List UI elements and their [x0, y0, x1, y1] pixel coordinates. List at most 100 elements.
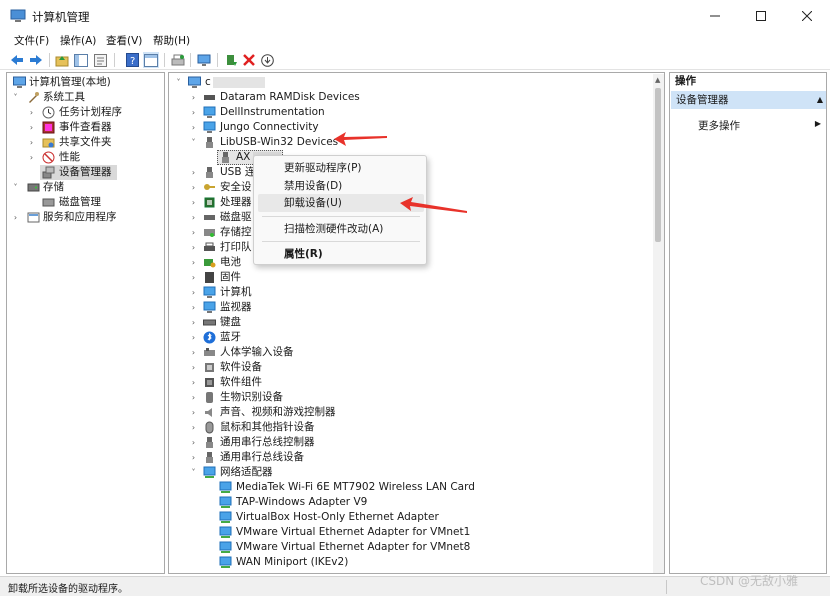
show-hide-tree-button[interactable] [73, 52, 89, 68]
expand-icon[interactable]: › [189, 210, 198, 225]
tree-item-task-scheduler[interactable]: › 任务计划程序 [7, 105, 164, 120]
properties-toolbar-button[interactable] [92, 52, 108, 68]
expand-icon[interactable]: › [189, 375, 198, 390]
tree-item-disk-management[interactable]: 磁盘管理 [7, 195, 164, 210]
device-tree-item[interactable]: › 声音、视频和游戏控制器 [169, 405, 649, 420]
help-button[interactable]: ? [124, 52, 140, 68]
menu-view[interactable]: 查看(V) [106, 33, 142, 48]
forward-button[interactable] [28, 52, 44, 68]
device-tree-item[interactable]: VMware Virtual Ethernet Adapter for VMne… [169, 540, 649, 555]
expand-icon[interactable]: › [189, 90, 198, 105]
up-level-button[interactable] [54, 52, 70, 68]
expand-icon[interactable]: › [189, 195, 198, 210]
scan-button[interactable] [170, 52, 186, 68]
menu-file[interactable]: 文件(F) [14, 33, 49, 48]
tree-item-system-tools[interactable]: ˅ 系统工具 [7, 90, 164, 105]
device-tree-item[interactable]: ˅ 网络适配器 [169, 465, 649, 480]
close-button[interactable] [784, 0, 830, 32]
expand-icon[interactable]: › [189, 165, 198, 180]
tree-item-computer-management[interactable]: 计算机管理(本地) [7, 75, 164, 90]
device-tree-item[interactable]: › 键盘 [169, 315, 649, 330]
expand-icon[interactable]: › [189, 360, 198, 375]
tree-item-services-applications[interactable]: › 服务和应用程序 [7, 210, 164, 225]
menu-help[interactable]: 帮助(H) [153, 33, 190, 48]
expand-icon[interactable]: › [189, 180, 198, 195]
collapse-icon[interactable]: ˅ [174, 75, 183, 90]
device-tree-item[interactable]: › 软件组件 [169, 375, 649, 390]
device-tree-item[interactable]: › 监视器 [169, 300, 649, 315]
collapse-icon[interactable]: ˅ [189, 135, 198, 150]
tree-item-performance[interactable]: › 性能 [7, 150, 164, 165]
tree-item-storage[interactable]: ˅ 存储 [7, 180, 164, 195]
expand-icon[interactable]: › [189, 255, 198, 270]
expand-icon[interactable]: › [189, 420, 198, 435]
device-root[interactable]: ˅ c [169, 75, 649, 90]
expand-icon[interactable]: › [189, 240, 198, 255]
expand-icon[interactable]: › [27, 105, 36, 120]
actions-more[interactable]: 更多操作 ▶ [698, 118, 826, 133]
menu-scan-hardware[interactable]: 扫描检测硬件改动(A) [258, 220, 424, 238]
collapse-up-icon[interactable]: ▲ [817, 91, 823, 109]
device-tree-item[interactable]: › 软件设备 [169, 360, 649, 375]
console-tree-icon [74, 53, 88, 67]
expand-icon[interactable]: › [189, 285, 198, 300]
enable-device-button[interactable] [223, 52, 239, 68]
expand-icon[interactable]: › [189, 270, 198, 285]
device-tree-item[interactable]: › 生物识别设备 [169, 390, 649, 405]
back-button[interactable] [9, 52, 25, 68]
expand-icon[interactable]: › [189, 450, 198, 465]
device-tree-item[interactable]: › 蓝牙 [169, 330, 649, 345]
tree-item-event-viewer[interactable]: › 事件查看器 [7, 120, 164, 135]
menu-disable-device[interactable]: 禁用设备(D) [258, 177, 424, 195]
uninstall-device-button[interactable] [241, 52, 257, 68]
collapse-icon[interactable]: ˅ [189, 465, 198, 480]
device-tree-item[interactable]: › 通用串行总线控制器 [169, 435, 649, 450]
expand-icon[interactable]: › [189, 105, 198, 120]
expand-icon[interactable]: › [27, 135, 36, 150]
collapse-icon[interactable]: ˅ [11, 90, 20, 105]
computer-icon [188, 76, 201, 88]
expand-icon[interactable]: › [27, 150, 36, 165]
device-tree-item[interactable]: › 固件 [169, 270, 649, 285]
device-tree-item[interactable]: VirtualBox Host-Only Ethernet Adapter [169, 510, 649, 525]
expand-icon[interactable]: › [189, 300, 198, 315]
expand-icon[interactable]: › [189, 315, 198, 330]
tree-item-device-manager[interactable]: 设备管理器 [40, 165, 117, 180]
device-tree-item[interactable]: › Dataram RAMDisk Devices [169, 90, 649, 105]
menu-update-driver[interactable]: 更新驱动程序(P) [258, 159, 424, 177]
device-tree-item[interactable]: WAN Miniport (IKEv2) [169, 555, 649, 570]
device-tree-item[interactable]: › 通用串行总线设备 [169, 450, 649, 465]
device-tree-item[interactable]: › 鼠标和其他指针设备 [169, 420, 649, 435]
usb-plug-icon [206, 452, 213, 463]
device-tree-item[interactable]: VMware Virtual Ethernet Adapter for VMne… [169, 525, 649, 540]
device-tree-item[interactable]: TAP-Windows Adapter V9 [169, 495, 649, 510]
expand-icon[interactable]: › [189, 330, 198, 345]
expand-icon[interactable]: › [189, 435, 198, 450]
device-tree-item[interactable]: › Jungo Connectivity [169, 120, 649, 135]
device-tree-item[interactable]: › 人体学输入设备 [169, 345, 649, 360]
download-driver-button[interactable] [259, 52, 275, 68]
collapse-icon[interactable]: ˅ [11, 180, 20, 195]
expand-icon[interactable]: › [189, 390, 198, 405]
menu-action[interactable]: 操作(A) [60, 33, 96, 48]
view-button[interactable] [143, 52, 159, 68]
scroll-up-icon[interactable]: ▲ [655, 76, 660, 84]
tree-item-shared-folders[interactable]: › 共享文件夹 [7, 135, 164, 150]
device-tree-item[interactable]: ˅ LibUSB-Win32 Devices [169, 135, 649, 150]
expand-icon[interactable]: › [27, 120, 36, 135]
maximize-button[interactable] [738, 0, 784, 32]
expand-icon[interactable]: › [189, 405, 198, 420]
update-driver-toolbar-button[interactable] [196, 52, 212, 68]
device-tree-item[interactable]: MediaTek Wi-Fi 6E MT7902 Wireless LAN Ca… [169, 480, 649, 495]
scrollbar-thumb[interactable] [655, 88, 661, 242]
device-tree-item[interactable]: › 计算机 [169, 285, 649, 300]
expand-icon[interactable]: › [189, 225, 198, 240]
vertical-scrollbar[interactable]: ▲ [653, 74, 664, 573]
expand-icon[interactable]: › [189, 345, 198, 360]
device-tree-item[interactable]: › DellInstrumentation [169, 105, 649, 120]
expand-icon[interactable]: › [189, 120, 198, 135]
expand-icon[interactable]: › [11, 210, 20, 225]
menu-properties[interactable]: 属性(R) [258, 245, 424, 263]
actions-device-manager[interactable]: 设备管理器 ▲ [671, 91, 826, 109]
minimize-button[interactable] [692, 0, 738, 32]
